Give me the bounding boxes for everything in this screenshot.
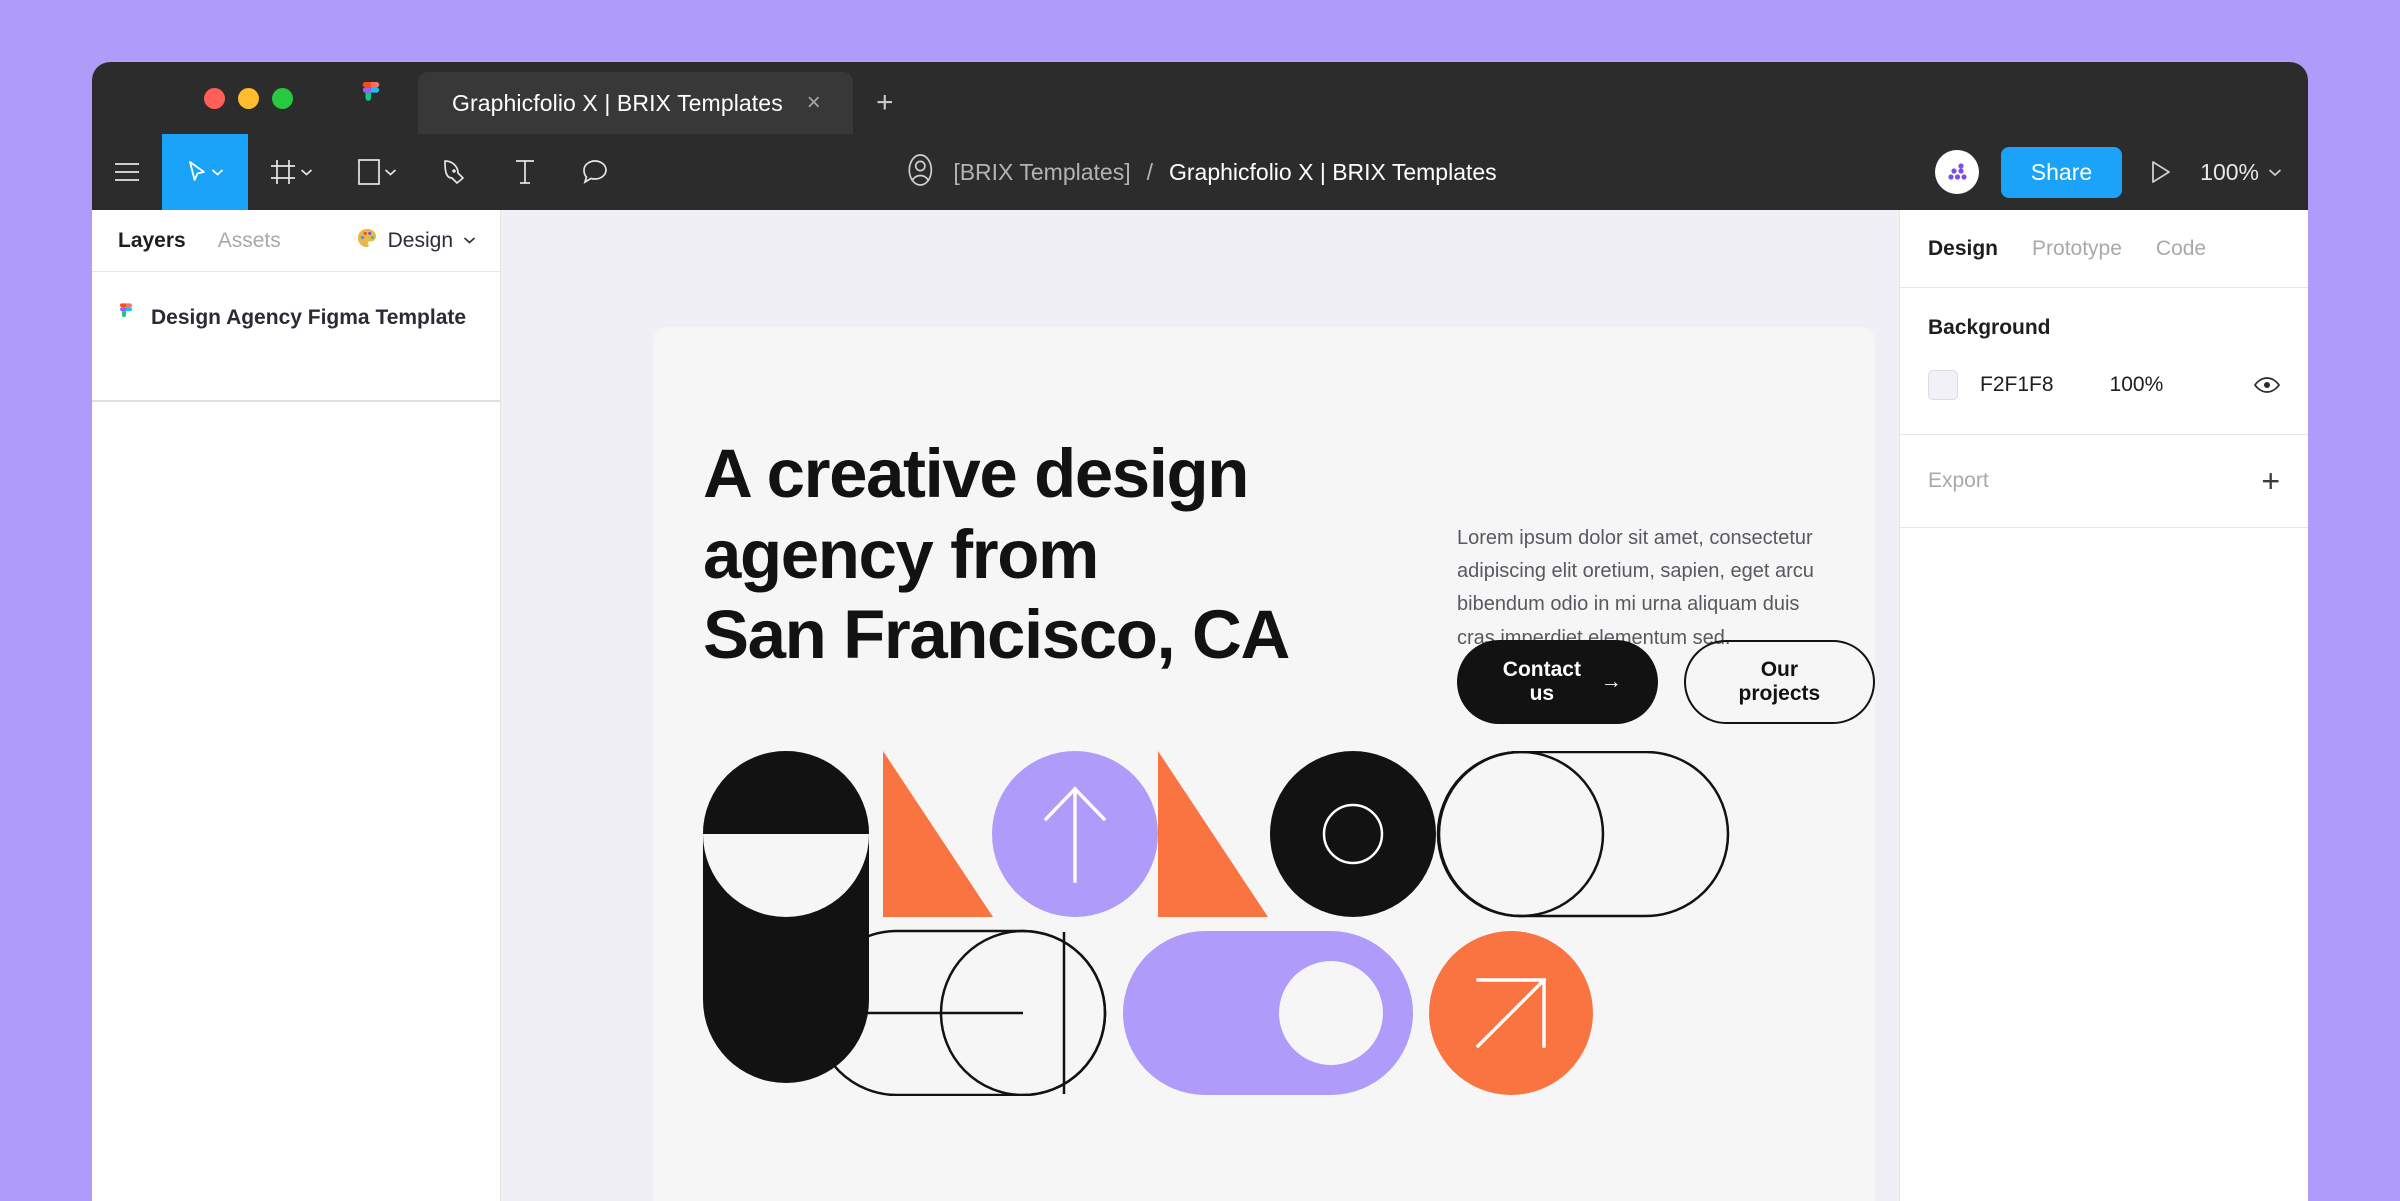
purple-circle-with-up-arrow (992, 751, 1158, 917)
window-controls (112, 62, 293, 134)
title-bar: Graphicfolio X | BRIX Templates × + (92, 62, 2308, 134)
hero-paragraph: Lorem ipsum dolor sit amet, consectetur … (1457, 527, 1814, 649)
tab-assets[interactable]: Assets (218, 229, 281, 253)
design-mode-switch[interactable]: Design (356, 227, 476, 255)
background-opacity-value[interactable]: 100% (2110, 373, 2164, 397)
shape-tool-icon[interactable] (334, 134, 420, 210)
heading-line-3: San Francisco, CA (703, 596, 1290, 674)
layer-name: Design Agency Figma Template (151, 305, 467, 329)
left-panel-tabs: Layers Assets Design (92, 210, 500, 272)
new-tab-button[interactable]: + (853, 72, 917, 134)
user-avatar-icon[interactable] (903, 153, 937, 192)
orange-triangle-left (1158, 751, 1268, 917)
figma-logo-icon (118, 303, 134, 332)
text-tool-icon[interactable] (490, 134, 560, 210)
move-tool-icon[interactable] (162, 134, 248, 210)
avatar[interactable] (1934, 150, 1979, 194)
arrow-right-icon: → (1600, 670, 1622, 693)
frame-tool-icon[interactable] (248, 134, 334, 210)
right-panel-tabs: Design Prototype Code (1900, 210, 2308, 288)
layers-list: Design Agency Figma Template (92, 272, 500, 341)
workspace: Layers Assets Design Design Agency Figma… (92, 210, 2308, 1201)
hero-artwork (703, 751, 1823, 1096)
orange-circle-with-diagonal-arrow (1429, 931, 1593, 1095)
minimize-window-button[interactable] (238, 87, 259, 109)
eye-icon[interactable] (2254, 376, 2280, 394)
maximize-window-button[interactable] (272, 87, 293, 109)
purple-pill-with-circle (1123, 931, 1413, 1095)
tab-code[interactable]: Code (2156, 237, 2206, 261)
background-hex-value[interactable]: F2F1F8 (1980, 373, 2054, 397)
figma-app-window: Graphicfolio X | BRIX Templates × + [BRI… (92, 62, 2308, 1201)
add-export-button[interactable]: + (2261, 465, 2280, 497)
close-icon[interactable]: × (801, 91, 827, 115)
color-swatch[interactable] (1928, 370, 1958, 400)
page-title: A creative design agency from San Franci… (703, 434, 1290, 676)
contact-us-button[interactable]: Contact us → (1457, 640, 1658, 724)
background-section: Background F2F1F8 100% (1900, 288, 2308, 435)
present-play-icon[interactable] (2144, 160, 2178, 184)
canvas-viewport[interactable]: A creative design agency from San Franci… (501, 210, 1899, 1201)
black-pill-with-white-circle (703, 751, 869, 1083)
list-item[interactable]: Design Agency Figma Template (92, 294, 500, 341)
our-projects-button[interactable]: Our projects (1683, 640, 1875, 724)
browser-tab[interactable]: Graphicfolio X | BRIX Templates × (418, 72, 853, 134)
zoom-level-dropdown[interactable]: 100% (2200, 159, 2282, 186)
comment-tool-icon[interactable] (560, 134, 630, 210)
breadcrumb: [BRIX Templates] / Graphicfolio X | BRIX… (903, 134, 1497, 210)
palette-icon (356, 227, 378, 255)
toolbar-right-group: Share 100% (1934, 134, 2282, 210)
main-toolbar: [BRIX Templates] / Graphicfolio X | BRIX… (92, 134, 2308, 210)
zoom-level-value: 100% (2200, 158, 2259, 185)
left-panel-empty-area (92, 402, 500, 1201)
background-color-row: F2F1F8 100% (1928, 370, 2280, 400)
heading-line-2: agency from (703, 515, 1099, 593)
left-panel: Layers Assets Design Design Agency Figma… (92, 210, 501, 1201)
main-menu-icon[interactable] (92, 134, 162, 210)
tab-layers[interactable]: Layers (118, 229, 186, 253)
outlined-pill-with-circle (1436, 751, 1730, 918)
share-button[interactable]: Share (2000, 146, 2123, 198)
right-panel: Design Prototype Code Background F2F1F8 … (1899, 210, 2308, 1201)
breadcrumb-separator: / (1146, 158, 1153, 185)
export-label: Export (1928, 469, 1989, 492)
contact-us-label: Contact us (1502, 658, 1581, 705)
background-title: Background (1928, 316, 2051, 339)
cta-button-group: Contact us → Our projects (1457, 640, 1875, 724)
tab-prototype[interactable]: Prototype (2032, 237, 2122, 261)
pen-tool-icon[interactable] (420, 134, 490, 210)
black-circle-with-ring (1270, 751, 1436, 917)
figma-logo-icon (360, 81, 382, 114)
breadcrumb-file-name[interactable]: Graphicfolio X | BRIX Templates (1169, 159, 1497, 186)
heading-line-1: A creative design (703, 435, 1249, 512)
close-window-button[interactable] (204, 87, 225, 109)
tab-title: Graphicfolio X | BRIX Templates (452, 89, 783, 116)
breadcrumb-team[interactable]: [BRIX Templates] (953, 159, 1130, 186)
design-switch-label: Design (387, 228, 453, 252)
orange-triangle-right (883, 751, 993, 917)
design-frame[interactable]: A creative design agency from San Franci… (653, 327, 1875, 1201)
tab-design[interactable]: Design (1928, 237, 1998, 261)
tab-strip: Graphicfolio X | BRIX Templates × + (418, 72, 917, 134)
export-section: Export + (1900, 435, 2308, 528)
